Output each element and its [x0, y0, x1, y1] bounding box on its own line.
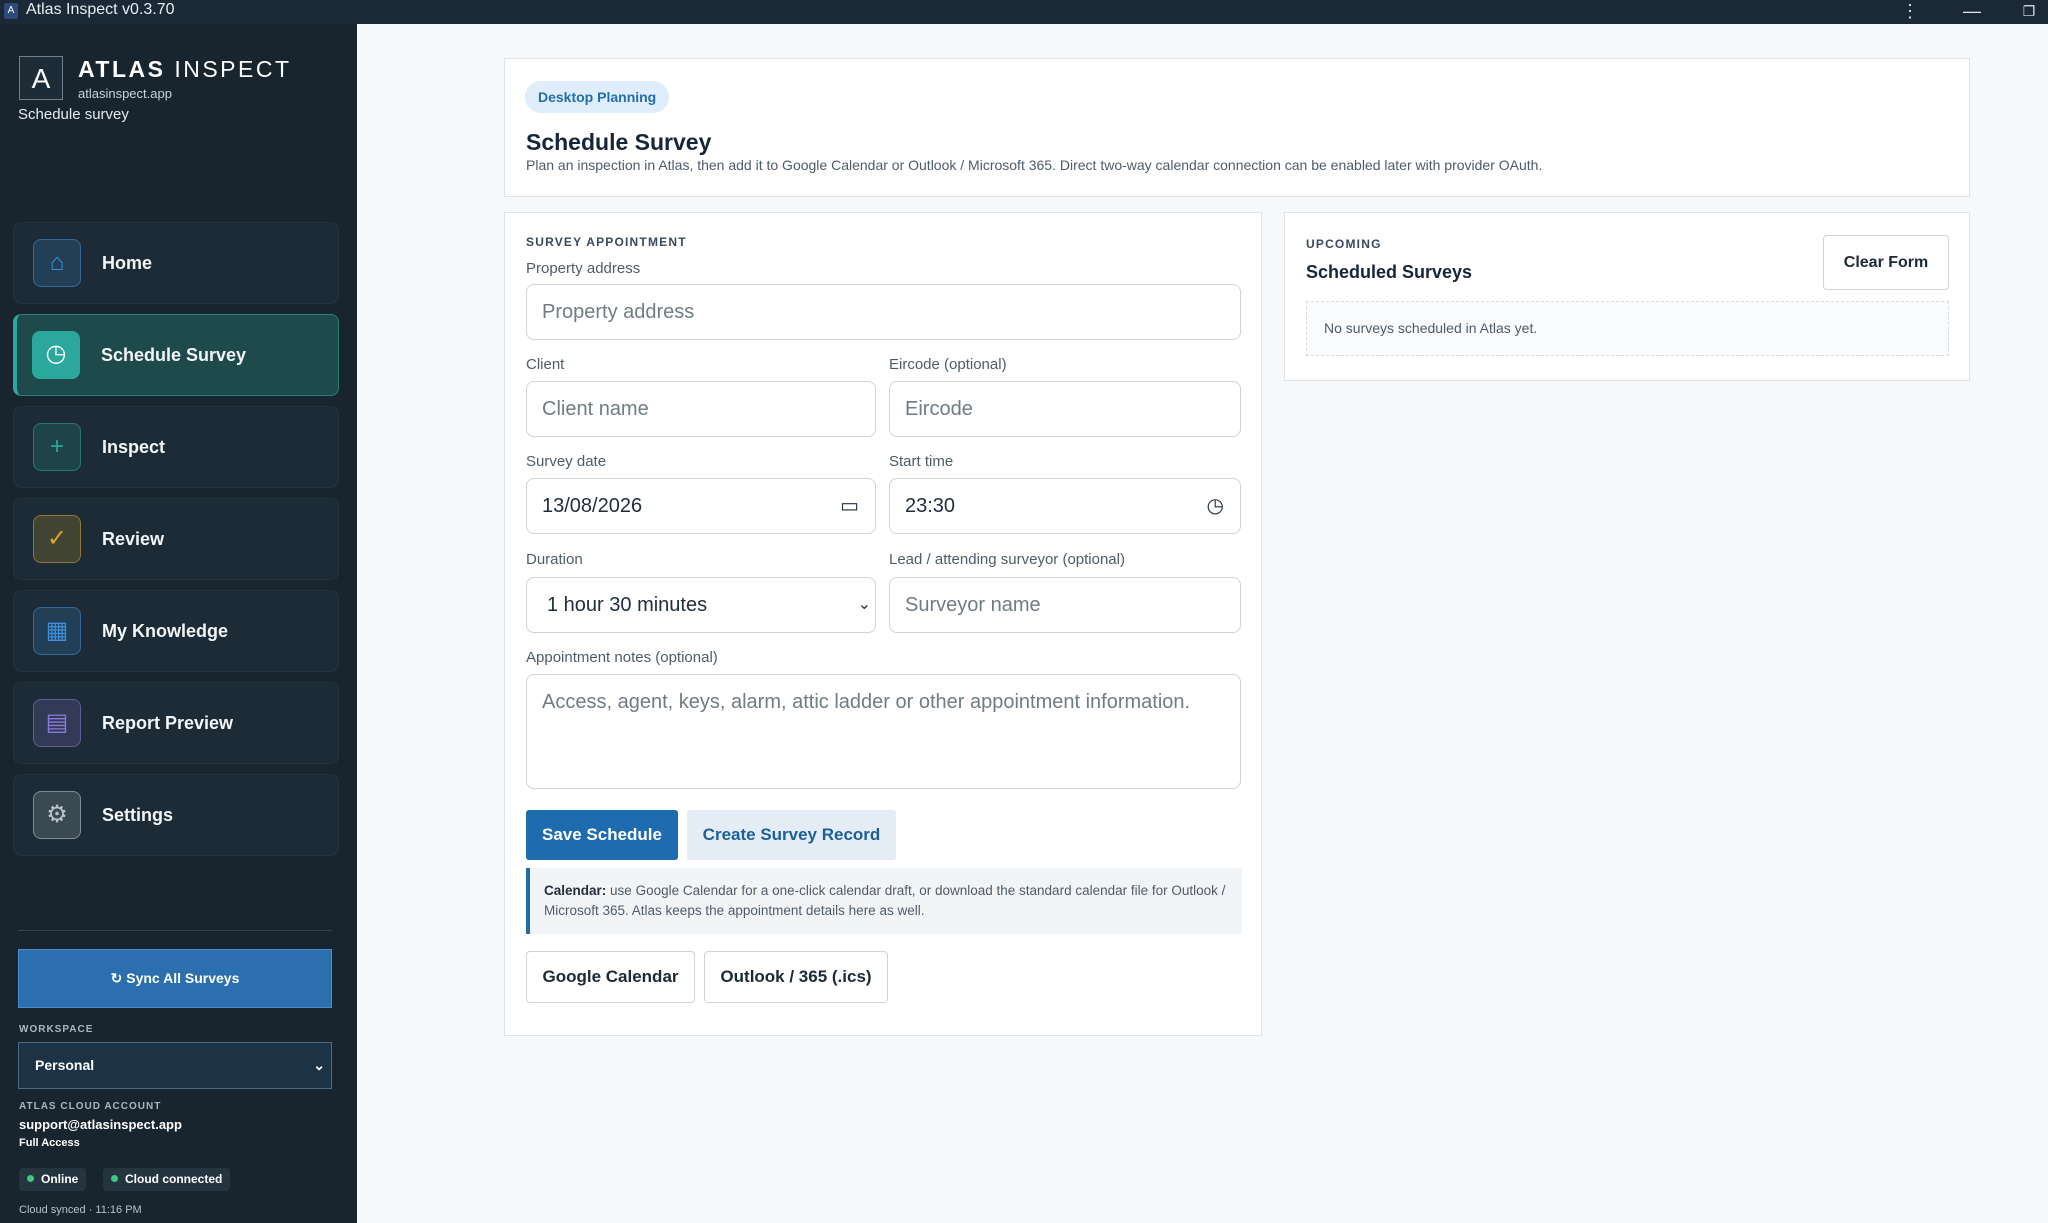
brand-domain: atlasinspect.app	[78, 86, 172, 101]
brand-name-bold: ATLAS	[78, 56, 166, 82]
calendar-note-bold: Calendar:	[544, 883, 607, 898]
status-dot-icon	[111, 1175, 118, 1182]
document-icon: ▤	[33, 699, 81, 747]
sidebar-item-label: My Knowledge	[102, 621, 229, 641]
sidebar-item-label: Inspect	[102, 437, 166, 457]
google-calendar-button[interactable]: Google Calendar	[526, 951, 695, 1003]
workspace-select[interactable]: Personal ⌄	[18, 1042, 332, 1089]
brand-name-light: INSPECT	[174, 56, 292, 82]
sidebar-item-review[interactable]: ✓ Review	[13, 498, 339, 580]
workspace-label: WORKSPACE	[19, 1024, 94, 1035]
duration-value: 1 hour 30 minutes	[547, 594, 708, 616]
page-description: Plan an inspection in Atlas, then add it…	[526, 157, 1543, 173]
sidebar-item-label: Review	[102, 529, 165, 549]
clock-icon: ◷	[32, 331, 80, 379]
scheduled-surveys-card: UPCOMING Scheduled Surveys Clear Form No…	[1284, 212, 1970, 381]
create-survey-record-button[interactable]: Create Survey Record	[687, 810, 896, 860]
sidebar-divider	[18, 930, 332, 931]
sidebar-item-label: Schedule Survey	[101, 345, 247, 365]
sidebar-item-my-knowledge[interactable]: ▦ My Knowledge	[13, 590, 339, 672]
sidebar-item-inspect[interactable]: + Inspect	[13, 406, 339, 488]
clock-icon[interactable]: ◷	[1207, 479, 1224, 533]
survey-appointment-card: SURVEY APPOINTMENT Property address Prop…	[504, 212, 1262, 1036]
eircode-label: Eircode (optional)	[889, 356, 1007, 373]
sync-timestamp: Cloud synced · 11:16 PM	[19, 1204, 142, 1216]
calendar-note-text: use Google Calendar for a one-click cale…	[544, 883, 1226, 918]
grid-icon: ▦	[33, 607, 81, 655]
notes-label: Appointment notes (optional)	[526, 649, 718, 666]
account-email: support@atlasinspect.app	[19, 1117, 182, 1132]
chevron-down-icon: ⌄	[313, 1057, 325, 1073]
start-time-label: Start time	[889, 453, 954, 470]
outlook-ics-button[interactable]: Outlook / 365 (.ics)	[704, 951, 888, 1003]
duration-label: Duration	[526, 551, 583, 568]
address-label: Property address	[526, 260, 641, 277]
more-options-icon[interactable]: ⋮	[1895, 0, 1925, 24]
app-icon: A	[4, 3, 18, 19]
start-time-input[interactable]: 23:30 ◷	[889, 478, 1241, 534]
status-cloud-label: Cloud connected	[125, 1172, 223, 1186]
restore-icon[interactable]: ❐	[2014, 0, 2044, 24]
clear-form-button[interactable]: Clear Form	[1823, 235, 1949, 290]
check-icon: ✓	[33, 515, 81, 563]
calendar-icon[interactable]: ▭	[840, 479, 859, 533]
sidebar: A ATLAS INSPECT atlasinspect.app Schedul…	[0, 24, 357, 1223]
sidebar-item-schedule-survey[interactable]: ◷ Schedule Survey	[13, 314, 339, 396]
sidebar-item-label: Report Preview	[102, 713, 234, 733]
sidebar-item-settings[interactable]: ⚙ Settings	[13, 774, 339, 856]
page-header-card: Desktop Planning Schedule Survey Plan an…	[504, 58, 1970, 197]
window-titlebar: A Atlas Inspect v0.3.70 ⋮ — ❐	[0, 0, 2048, 24]
atlas-logo-icon: A	[19, 56, 63, 100]
brand-name: ATLAS INSPECT	[78, 56, 292, 83]
eircode-input[interactable]: Eircode	[889, 381, 1241, 437]
surveyor-label: Lead / attending surveyor (optional)	[889, 551, 1125, 568]
appointment-notes-textarea[interactable]: Access, agent, keys, alarm, attic ladder…	[526, 674, 1241, 789]
client-name-input[interactable]: Client name	[526, 381, 876, 437]
upcoming-kicker: UPCOMING	[1306, 237, 1382, 251]
sidebar-item-label: Home	[102, 253, 153, 273]
start-time-value: 23:30	[905, 495, 956, 517]
chevron-down-icon: ⌄	[857, 596, 871, 613]
empty-state: No surveys scheduled in Atlas yet.	[1306, 301, 1949, 356]
sidebar-item-label: Settings	[102, 805, 174, 825]
section-kicker: SURVEY APPOINTMENT	[526, 235, 687, 249]
save-schedule-button[interactable]: Save Schedule	[526, 810, 678, 860]
workspace-value: Personal	[35, 1057, 95, 1073]
window-title: Atlas Inspect v0.3.70	[26, 1, 175, 18]
home-icon: ⌂	[33, 239, 81, 287]
desktop-planning-badge: Desktop Planning	[525, 81, 670, 113]
scheduled-surveys-title: Scheduled Surveys	[1306, 262, 1473, 282]
survey-date-value: 13/08/2026	[542, 495, 643, 517]
account-access: Full Access	[19, 1137, 80, 1149]
account-label: ATLAS CLOUD ACCOUNT	[19, 1101, 162, 1112]
brand-subtitle: Schedule survey	[18, 106, 129, 123]
status-online-label: Online	[41, 1172, 79, 1186]
sync-all-surveys-button[interactable]: ↻ Sync All Surveys	[18, 949, 332, 1008]
status-badge-cloud: Cloud connected	[103, 1168, 231, 1191]
sidebar-item-home[interactable]: ⌂ Home	[13, 222, 339, 304]
surveyor-name-input[interactable]: Surveyor name	[889, 577, 1241, 633]
status-dot-icon	[27, 1175, 34, 1182]
property-address-input[interactable]: Property address	[526, 284, 1241, 340]
gear-icon: ⚙	[33, 791, 81, 839]
page-title: Schedule Survey	[526, 129, 712, 155]
survey-date-label: Survey date	[526, 453, 607, 470]
plus-icon: +	[33, 423, 81, 471]
client-label: Client	[526, 356, 565, 373]
survey-date-input[interactable]: 13/08/2026 ▭	[526, 478, 876, 534]
calendar-note: Calendar: use Google Calendar for a one-…	[526, 868, 1242, 934]
duration-select[interactable]: 1 hour 30 minutes ⌄	[526, 577, 876, 633]
status-badge-online: Online	[19, 1168, 87, 1191]
minimize-icon[interactable]: —	[1957, 0, 1987, 24]
sidebar-item-report-preview[interactable]: ▤ Report Preview	[13, 682, 339, 764]
